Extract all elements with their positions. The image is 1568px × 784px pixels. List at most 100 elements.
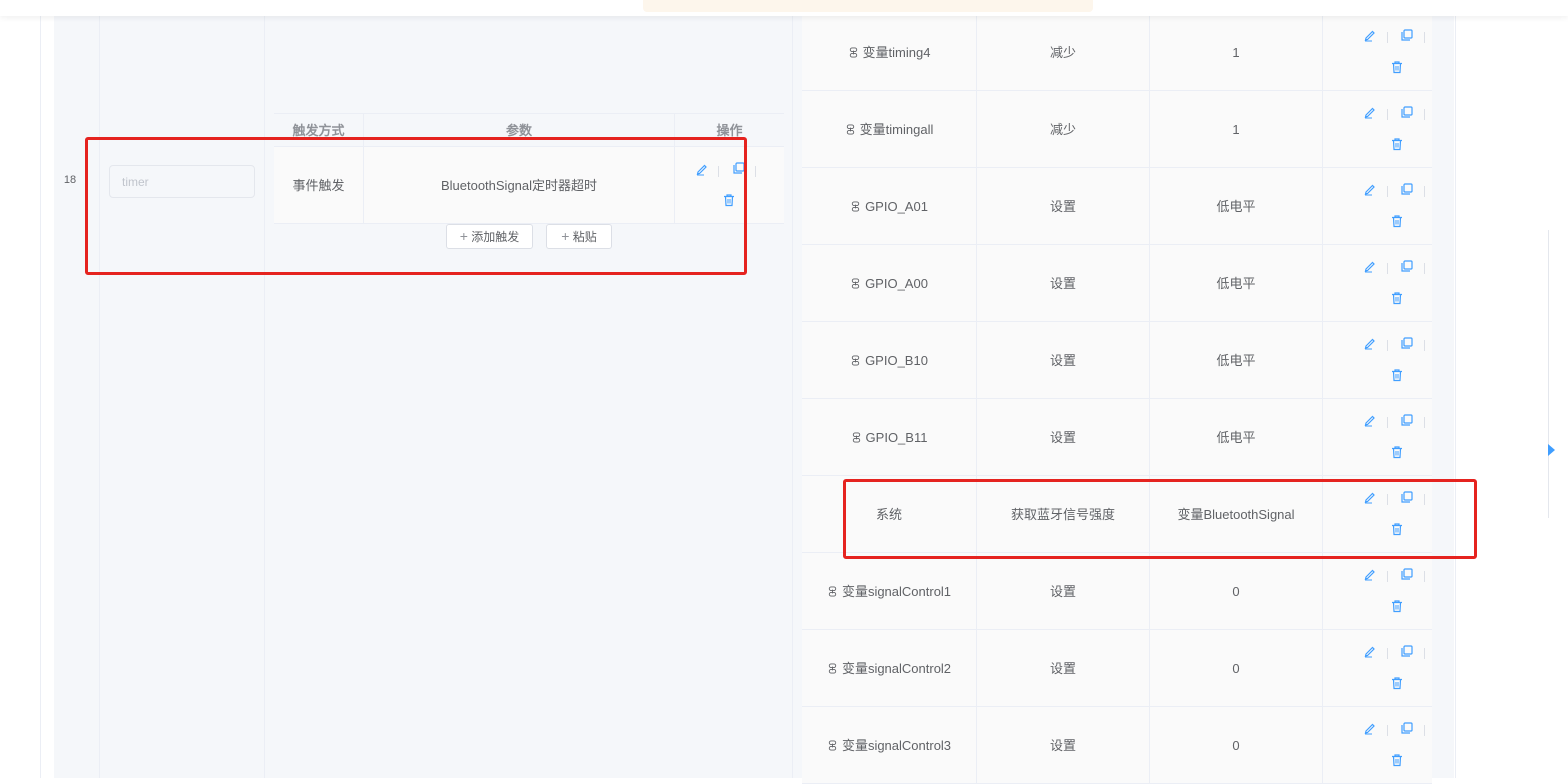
action-target: 变量signalControl3 (841, 738, 952, 753)
copy-icon[interactable] (1400, 336, 1416, 352)
action-op-cell: 获取蓝牙信号强度 (977, 476, 1150, 553)
action-target-cell: 变量signalControl3 (802, 707, 977, 784)
add-trigger-button[interactable]: + 添加触发 (446, 224, 533, 249)
link-icon (850, 276, 865, 291)
link-icon (827, 661, 842, 676)
row-index: 18 (63, 174, 77, 186)
action-op-cell: 减少 (977, 14, 1150, 91)
action-target: 系统 (875, 507, 902, 522)
delete-icon[interactable] (1390, 676, 1406, 692)
delete-icon[interactable] (1390, 522, 1406, 538)
edit-icon[interactable] (1363, 721, 1379, 737)
action-ops-cell (1323, 14, 1432, 91)
edit-icon[interactable] (1363, 644, 1379, 660)
top-bar (0, 0, 1568, 16)
copy-icon[interactable] (1400, 567, 1416, 583)
trigger-ops-cell (675, 147, 784, 224)
action-target-cell: GPIO_A00 (802, 245, 977, 322)
trigger-row: 事件触发 BluetoothSignal定时器超时 (274, 147, 784, 224)
trigger-param-cell: BluetoothSignal定时器超时 (364, 147, 675, 224)
add-trigger-label: 添加触发 (471, 230, 520, 244)
delete-icon[interactable] (1390, 753, 1406, 769)
column-divider (99, 0, 100, 778)
copy-icon[interactable] (1400, 182, 1416, 198)
divider (1387, 571, 1388, 582)
divider (1387, 263, 1388, 274)
action-target: GPIO_B11 (865, 430, 928, 445)
current-row-indicator (1548, 444, 1555, 456)
divider (1387, 186, 1388, 197)
action-target: GPIO_A00 (865, 276, 928, 291)
action-target: GPIO_A01 (865, 199, 928, 214)
divider (1424, 571, 1425, 582)
header-params: 参数 (364, 114, 675, 148)
action-value-cell: 1 (1150, 14, 1323, 91)
action-ops-cell (1323, 476, 1432, 553)
copy-icon[interactable] (1400, 105, 1416, 121)
divider (718, 166, 719, 177)
copy-icon[interactable] (732, 161, 748, 177)
action-target-cell: 系统 (802, 476, 977, 553)
copy-icon[interactable] (1400, 259, 1416, 275)
edit-icon[interactable] (1363, 490, 1379, 506)
row-navigator (1548, 230, 1568, 518)
edit-icon[interactable] (1363, 259, 1379, 275)
copy-icon[interactable] (1400, 644, 1416, 660)
copy-icon[interactable] (1400, 28, 1416, 44)
link-icon (827, 738, 842, 753)
edit-icon[interactable] (1363, 413, 1379, 429)
warning-banner (643, 0, 1093, 12)
delete-icon[interactable] (1390, 214, 1406, 230)
action-value-cell: 低电平 (1150, 168, 1323, 245)
paste-label: 粘贴 (572, 230, 597, 244)
divider (1387, 340, 1388, 351)
action-value-cell: 0 (1150, 630, 1323, 707)
action-value-cell: 低电平 (1150, 322, 1323, 399)
divider (1424, 494, 1425, 505)
plus-icon: + (561, 228, 570, 244)
delete-icon[interactable] (1390, 368, 1406, 384)
delete-icon[interactable] (1390, 291, 1406, 307)
divider (1387, 32, 1388, 43)
paste-button[interactable]: + 粘贴 (546, 224, 612, 249)
action-target-cell: 变量signalControl2 (802, 630, 977, 707)
action-row: GPIO_A01 设置 低电平 (802, 168, 1432, 245)
delete-icon[interactable] (1390, 60, 1406, 76)
edit-icon[interactable] (1363, 336, 1379, 352)
delete-icon[interactable] (1390, 445, 1406, 461)
divider (1424, 109, 1425, 120)
action-row: 变量timingall 减少 1 (802, 91, 1432, 168)
copy-icon[interactable] (1400, 490, 1416, 506)
edit-icon[interactable] (1363, 28, 1379, 44)
action-target-cell: GPIO_A01 (802, 168, 977, 245)
delete-icon[interactable] (1390, 137, 1406, 153)
delete-icon[interactable] (722, 193, 738, 209)
action-value-cell: 0 (1150, 553, 1323, 630)
action-target: 变量timingall (859, 122, 934, 137)
divider (1387, 109, 1388, 120)
copy-icon[interactable] (1400, 413, 1416, 429)
action-value-cell: 低电平 (1150, 399, 1323, 476)
delete-icon[interactable] (1390, 599, 1406, 615)
action-ops-cell (1323, 630, 1432, 707)
action-op-cell: 设置 (977, 630, 1150, 707)
divider (1424, 417, 1425, 428)
action-op-cell: 设置 (977, 245, 1150, 322)
action-target: GPIO_B10 (865, 353, 928, 368)
action-target-cell: 变量timing4 (802, 14, 977, 91)
rule-name-input[interactable]: timer (109, 165, 255, 198)
divider (1387, 725, 1388, 736)
link-icon (850, 353, 865, 368)
copy-icon[interactable] (1400, 721, 1416, 737)
action-target-cell: 变量timingall (802, 91, 977, 168)
edit-icon[interactable] (695, 162, 711, 178)
edit-icon[interactable] (1363, 182, 1379, 198)
action-ops-cell (1323, 399, 1432, 476)
divider (1387, 417, 1388, 428)
action-ops-cell (1323, 91, 1432, 168)
edit-icon[interactable] (1363, 567, 1379, 583)
edit-icon[interactable] (1363, 105, 1379, 121)
divider (1424, 340, 1425, 351)
link-icon (845, 122, 860, 137)
action-row: 变量signalControl1 设置 0 (802, 553, 1432, 630)
